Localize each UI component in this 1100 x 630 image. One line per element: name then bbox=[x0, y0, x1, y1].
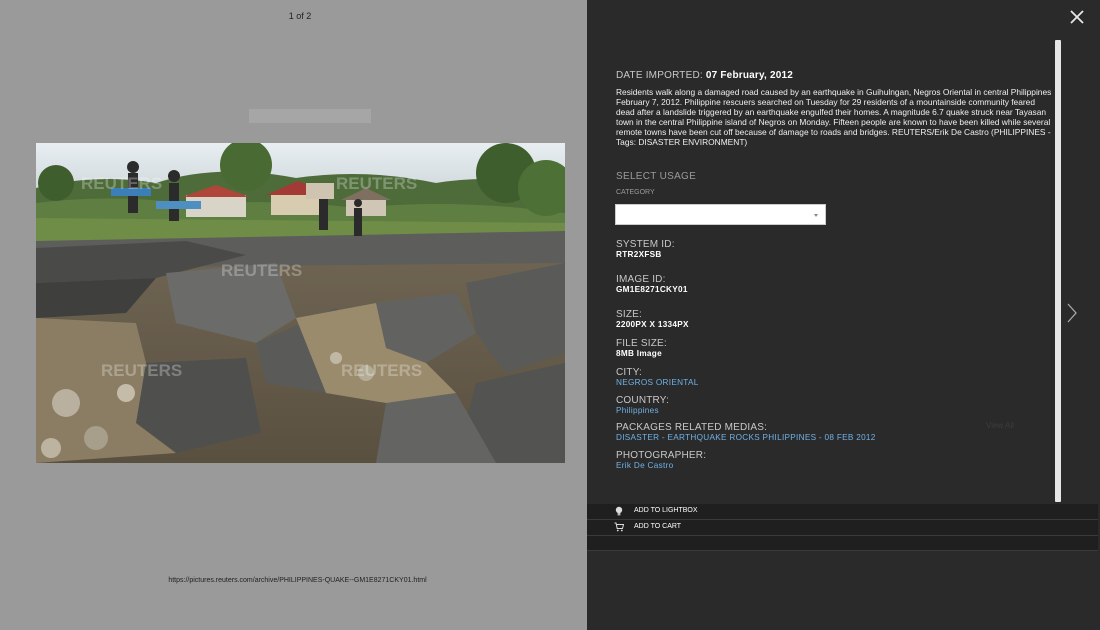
watermark-3: REUTERS bbox=[221, 261, 302, 280]
file-size-value: 8MB Image bbox=[616, 349, 662, 358]
image-id-field: IMAGE ID: GM1E8271CKY01 bbox=[616, 274, 688, 295]
size-value: 2200PX X 1334PX bbox=[616, 320, 689, 329]
close-icon[interactable] bbox=[1068, 8, 1086, 26]
viewer-overlay-bar bbox=[249, 109, 371, 123]
add-to-lightbox-label: ADD TO LIGHTBOX bbox=[634, 507, 698, 514]
packages-field: PACKAGES RELATED MEDIAS: DISASTER - EART… bbox=[616, 422, 876, 443]
system-id-field: SYSTEM ID: RTR2XFSB bbox=[616, 239, 675, 260]
action-bar: ADD TO LIGHTBOX ADD TO CART bbox=[587, 504, 1098, 551]
chevron-down-icon bbox=[814, 214, 818, 217]
action-bar-spacer bbox=[587, 536, 1098, 551]
earthquake-road-photo: REUTERS REUTERS REUTERS REUTERS REUTERS bbox=[36, 143, 565, 463]
photographer-field: PHOTOGRAPHER: Erik De Castro bbox=[616, 450, 706, 471]
image-id-value: GM1E8271CKY01 bbox=[616, 285, 688, 294]
add-to-cart-button[interactable]: ADD TO CART bbox=[587, 520, 1098, 536]
image-viewer: 1 of 2 REUTERS REUTERS REUTERS REUTERS R… bbox=[0, 0, 587, 630]
watermark-2: REUTERS bbox=[336, 174, 417, 193]
add-to-cart-label: ADD TO CART bbox=[634, 523, 682, 530]
system-id-value: RTR2XFSB bbox=[616, 250, 662, 259]
city-label: CITY: bbox=[616, 367, 643, 378]
scrollbar[interactable] bbox=[1055, 40, 1061, 502]
country-label: COUNTRY: bbox=[616, 395, 670, 406]
watermark-5: REUTERS bbox=[341, 361, 422, 380]
main-photo[interactable]: REUTERS REUTERS REUTERS REUTERS REUTERS bbox=[36, 143, 565, 463]
lightbulb-icon bbox=[615, 506, 623, 516]
packages-label: PACKAGES RELATED MEDIAS: bbox=[616, 422, 768, 433]
file-size-field: FILE SIZE: 8MB Image bbox=[616, 338, 667, 359]
photographer-link[interactable]: Erik De Castro bbox=[616, 461, 706, 471]
select-usage-title: SELECT USAGE bbox=[616, 171, 697, 182]
date-imported-value: 07 February, 2012 bbox=[705, 70, 794, 81]
country-field: COUNTRY: Philippines bbox=[616, 395, 669, 416]
image-url: https://pictures.reuters.com/archive/PHI… bbox=[168, 577, 427, 584]
image-info: DATE IMPORTED: 07 February, 2012 Residen… bbox=[616, 70, 1054, 147]
image-id-label: IMAGE ID: bbox=[616, 274, 666, 285]
packages-link[interactable]: DISASTER - EARTHQUAKE ROCKS PHILIPPINES … bbox=[616, 433, 876, 443]
category-select[interactable] bbox=[615, 204, 826, 225]
size-field: SIZE: 2200PX X 1334PX bbox=[616, 309, 689, 330]
watermark-1: REUTERS bbox=[81, 174, 162, 193]
country-link[interactable]: Philippines bbox=[616, 406, 669, 416]
view-all-link[interactable]: View All bbox=[986, 421, 1014, 430]
photographer-label: PHOTOGRAPHER: bbox=[616, 450, 707, 461]
watermark-4: REUTERS bbox=[101, 361, 182, 380]
chevron-right-icon[interactable] bbox=[1066, 302, 1078, 324]
add-to-lightbox-button[interactable]: ADD TO LIGHTBOX bbox=[587, 504, 1098, 520]
cart-icon bbox=[614, 522, 624, 532]
image-caption: Residents walk along a damaged road caus… bbox=[616, 87, 1052, 147]
date-imported: DATE IMPORTED: 07 February, 2012 bbox=[616, 70, 1054, 81]
date-imported-label: DATE IMPORTED: bbox=[616, 70, 703, 81]
system-id-label: SYSTEM ID: bbox=[616, 239, 675, 250]
file-size-label: FILE SIZE: bbox=[616, 338, 667, 349]
city-field: CITY: NEGROS ORIENTAL bbox=[616, 367, 699, 388]
image-counter: 1 of 2 bbox=[288, 11, 312, 21]
category-label: CATEGORY bbox=[616, 189, 655, 196]
size-label: SIZE: bbox=[616, 309, 643, 320]
city-link[interactable]: NEGROS ORIENTAL bbox=[616, 378, 699, 388]
